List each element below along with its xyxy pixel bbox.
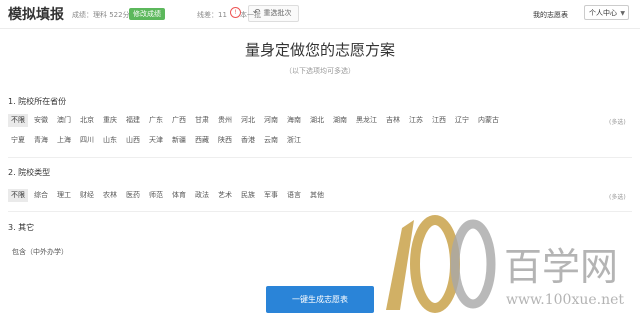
province-option[interactable]: 福建	[123, 114, 143, 127]
school-type-option[interactable]: 医药	[123, 189, 143, 202]
province-option[interactable]: 辽宁	[452, 114, 472, 127]
province-option[interactable]: 西藏	[192, 134, 212, 147]
user-center-label: 个人中心	[589, 9, 617, 17]
province-option[interactable]: 湖南	[330, 114, 350, 127]
school-type-option[interactable]: 农林	[100, 189, 120, 202]
province-option[interactable]: 黑龙江	[353, 114, 380, 127]
app-title: 模拟填报	[8, 7, 64, 23]
school-type-option[interactable]: 军事	[261, 189, 281, 202]
province-multi-note: (多选)	[609, 119, 626, 126]
school-type-option[interactable]: 语言	[284, 189, 304, 202]
province-option[interactable]: 天津	[146, 134, 166, 147]
section-type-title: 2. 院校类型	[8, 168, 51, 177]
page-subheading: （以下选项均可多选）	[285, 67, 355, 75]
top-bar: 模拟填报 成绩：理科 522分 修改成绩 线差：11 ! ↶ 重选批次 我的志愿表…	[0, 0, 640, 29]
province-option[interactable]: 重庆	[100, 114, 120, 127]
watermark-logo: 百学网 www.100xue.net	[386, 215, 624, 313]
school-type-option[interactable]: 师范	[146, 189, 166, 202]
user-center-dropdown[interactable]: 个人中心 ▼	[584, 5, 629, 20]
watermark-brand: 百学网	[504, 245, 618, 289]
province-option[interactable]: 四川	[77, 134, 97, 147]
province-option[interactable]: 贵州	[215, 114, 235, 127]
province-option[interactable]: 山东	[100, 134, 120, 147]
page-heading: 量身定做您的志愿方案	[244, 41, 395, 59]
chevron-down-icon: ▼	[620, 10, 625, 17]
watermark-hundred-graphic	[386, 215, 496, 313]
province-option[interactable]: 湖北	[307, 114, 327, 127]
province-option[interactable]: 山西	[123, 134, 143, 147]
province-option[interactable]: 北京	[77, 114, 97, 127]
province-option[interactable]: 青海	[31, 134, 51, 147]
school-type-option[interactable]: 政法	[192, 189, 212, 202]
province-option[interactable]: 宁夏	[8, 134, 28, 147]
section-other-title: 3. 其它	[8, 223, 35, 232]
province-option[interactable]: 云南	[261, 134, 281, 147]
type-row: 不限 综合 理工 财经 农林 医药 师范 体育 政法 艺术 民族 军事 语言 其他	[8, 189, 330, 202]
section-province-title: 1. 院校所在省份	[8, 97, 67, 106]
province-option[interactable]: 河北	[238, 114, 258, 127]
province-option[interactable]: 江苏	[406, 114, 426, 127]
divider	[8, 157, 632, 158]
province-option[interactable]: 不限	[8, 114, 28, 127]
school-type-option[interactable]: 综合	[31, 189, 51, 202]
province-option[interactable]: 甘肃	[192, 114, 212, 127]
province-row-1: 不限 安徽 澳门 北京 重庆 福建 广东 广西 甘肃 贵州 河北 河南 海南 湖北 湖南 黑龙江 吉林 江苏 江西辽…	[8, 114, 505, 127]
province-option[interactable]: 澳门	[54, 114, 74, 127]
province-option[interactable]: 广东	[146, 114, 166, 127]
generate-plan-button[interactable]: 一键生成志愿表	[266, 286, 374, 313]
province-row-2: 宁夏 青海 上海 四川 山东 山西 天津 新疆 西藏 陕西 香港 云南 浙江	[8, 134, 307, 147]
type-multi-note: (多选)	[609, 194, 626, 201]
province-option[interactable]: 浙江	[284, 134, 304, 147]
province-option[interactable]: 上海	[54, 134, 74, 147]
province-option[interactable]: 河南	[261, 114, 281, 127]
school-type-option[interactable]: 不限	[8, 189, 28, 202]
rank-info: 线差：11	[197, 11, 227, 19]
province-option[interactable]: 广西	[169, 114, 189, 127]
school-type-option[interactable]: 其他	[307, 189, 327, 202]
province-option[interactable]: 香港	[238, 134, 258, 147]
province-option[interactable]: 江西	[429, 114, 449, 127]
province-option[interactable]: 陕西	[215, 134, 235, 147]
school-type-option[interactable]: 体育	[169, 189, 189, 202]
score-info: 成绩：理科 522分	[72, 11, 130, 19]
batch-info: 本一批	[240, 11, 261, 19]
school-type-option[interactable]: 理工	[54, 189, 74, 202]
my-plan-link[interactable]: 我的志愿表	[533, 10, 568, 20]
reselect-label: 重选批次	[263, 9, 292, 17]
sino-foreign-option[interactable]: 包含（中外办学）	[12, 247, 68, 257]
province-option[interactable]: 新疆	[169, 134, 189, 147]
province-option[interactable]: 内蒙古	[475, 114, 502, 127]
province-option[interactable]: 安徽	[31, 114, 51, 127]
school-type-option[interactable]: 财经	[77, 189, 97, 202]
province-option[interactable]: 吉林	[383, 114, 403, 127]
watermark-url: www.100xue.net	[506, 292, 624, 308]
school-type-option[interactable]: 民族	[238, 189, 258, 202]
school-type-option[interactable]: 艺术	[215, 189, 235, 202]
province-option[interactable]: 海南	[284, 114, 304, 127]
edit-score-badge[interactable]: 修改成绩	[129, 8, 165, 20]
